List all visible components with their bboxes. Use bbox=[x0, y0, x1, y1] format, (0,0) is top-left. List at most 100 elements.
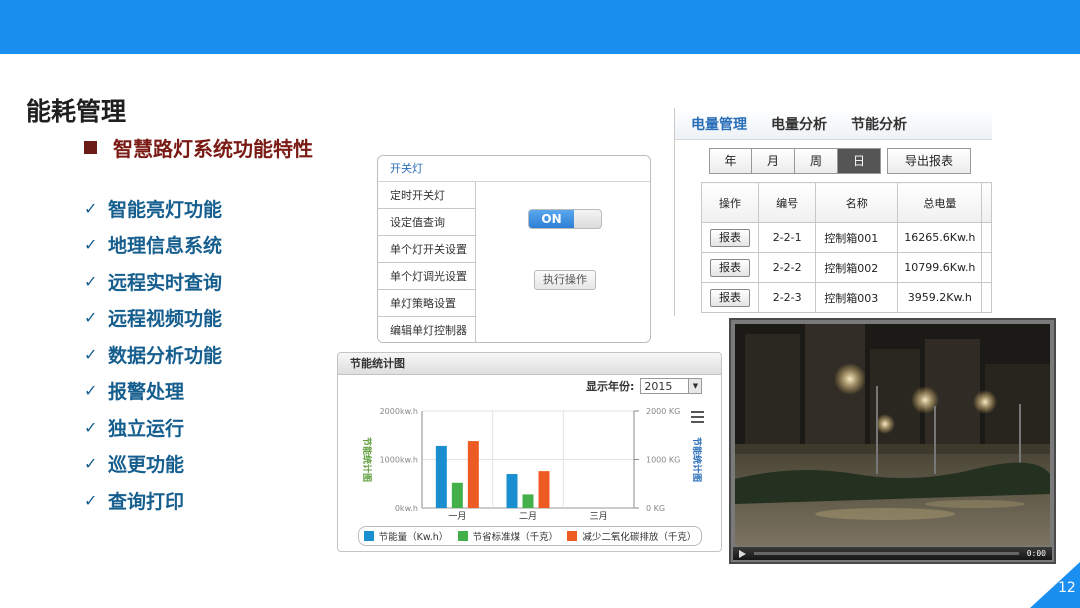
row-name: 控制箱001 bbox=[815, 222, 899, 253]
report-button[interactable]: 报表 bbox=[710, 228, 751, 247]
chart-panel-header: 节能统计图 bbox=[338, 353, 721, 375]
checkmark-icon: ✓ bbox=[84, 308, 98, 328]
list-item: ✓ 智能亮灯功能 bbox=[84, 198, 223, 221]
period-year-button[interactable]: 年 bbox=[709, 148, 752, 174]
bar bbox=[435, 445, 447, 508]
list-item: ✓ 数据分析功能 bbox=[84, 344, 223, 367]
table-row: 报表 2-2-2 控制箱002 10799.6Kw.h bbox=[700, 252, 992, 283]
legend-swatch bbox=[363, 531, 374, 541]
energy-chart-panel: 节能统计图 显示年份: 2015 ▼ 0kw.h 1000kw.h 2000kw.h… bbox=[337, 352, 722, 552]
list-item: ✓ 远程视频功能 bbox=[84, 308, 223, 331]
switch-panel-header: 开关灯 bbox=[378, 156, 650, 182]
checkmark-icon: ✓ bbox=[84, 490, 98, 510]
report-button[interactable]: 报表 bbox=[710, 258, 751, 277]
y2-axis-title: 节能统计图 bbox=[691, 437, 703, 482]
checkmark-icon: ✓ bbox=[84, 344, 98, 364]
power-management-panel: 电量管理 电量分析 节能分析 年 月 周 日 导出报表 操作 编号 名称 总电量… bbox=[674, 108, 992, 316]
row-name: 控制箱003 bbox=[815, 282, 899, 313]
feature-list: ✓ 智能亮灯功能 ✓ 地理信息系统 ✓ 远程实时查询 ✓ 远程视频功能 ✓ 数据分析功能 … bbox=[84, 190, 222, 519]
bar bbox=[451, 482, 463, 508]
switch-control-panel: 开关灯 定时开关灯 设定值查询 单个灯开关设置 单个灯调光设置 单灯策略设置 编… bbox=[377, 155, 651, 343]
report-button[interactable]: 报表 bbox=[710, 288, 751, 307]
on-off-toggle[interactable]: ON bbox=[528, 209, 602, 229]
legend-item[interactable]: 节省标准煤（千克） bbox=[457, 529, 558, 543]
table-header-row: 操作 编号 名称 总电量 bbox=[700, 182, 992, 223]
menu-item-timed-switch[interactable]: 定时开关灯 bbox=[378, 182, 476, 209]
menu-item-setpoint-query[interactable]: 设定值查询 bbox=[378, 209, 476, 236]
chart-legend: 节能量（Kw.h） 节省标准煤（千克） 减少二氧化碳排放（千克） bbox=[358, 526, 702, 546]
legend-swatch bbox=[567, 531, 578, 541]
menu-item-single-switch[interactable]: 单个灯开关设置 bbox=[378, 236, 476, 263]
video-time: 0:00 bbox=[1026, 549, 1046, 558]
column-header: 总电量 bbox=[897, 182, 983, 223]
y-tick-label: 0kw.h bbox=[395, 504, 418, 513]
x-tick-label: 二月 bbox=[519, 511, 537, 522]
bar bbox=[522, 494, 534, 508]
menu-item-single-strategy[interactable]: 单灯策略设置 bbox=[378, 290, 476, 317]
period-month-button[interactable]: 月 bbox=[752, 148, 795, 174]
x-tick-label: 三月 bbox=[590, 511, 608, 522]
video-progress-track[interactable] bbox=[754, 552, 1019, 555]
tab-power-management[interactable]: 电量管理 bbox=[691, 114, 747, 134]
play-icon[interactable] bbox=[739, 549, 746, 558]
checkmark-icon: ✓ bbox=[84, 235, 98, 255]
bar bbox=[506, 474, 518, 508]
checkmark-icon: ✓ bbox=[84, 198, 98, 218]
y-axis-title: 节能统计图 bbox=[361, 437, 373, 482]
row-total: 3959.2Kw.h bbox=[897, 282, 983, 313]
execute-button[interactable]: 执行操作 bbox=[534, 270, 596, 290]
row-id: 2-2-2 bbox=[758, 252, 817, 283]
column-header: 操作 bbox=[700, 182, 760, 223]
legend-swatch bbox=[457, 531, 468, 541]
row-id: 2-2-3 bbox=[758, 282, 817, 313]
y2-tick-label: 2000 KG bbox=[646, 407, 680, 416]
row-total: 16265.6Kw.h bbox=[897, 222, 983, 253]
table-row: 报表 2-2-1 控制箱001 16265.6Kw.h bbox=[700, 222, 992, 253]
column-header: 名称 bbox=[815, 182, 899, 223]
list-item: ✓ 巡更功能 bbox=[84, 454, 185, 477]
y-tick-label: 1000kw.h bbox=[380, 456, 418, 465]
page-title: 能耗管理 bbox=[26, 97, 127, 126]
toggle-on-label: ON bbox=[529, 210, 574, 228]
row-name: 控制箱002 bbox=[815, 252, 899, 283]
tab-power-analysis[interactable]: 电量分析 bbox=[771, 114, 827, 134]
row-id: 2-2-1 bbox=[758, 222, 817, 253]
legend-item[interactable]: 减少二氧化碳排放（千克） bbox=[567, 529, 696, 543]
list-item: ✓ 独立运行 bbox=[84, 417, 185, 440]
list-item: ✓ 地理信息系统 bbox=[84, 235, 223, 258]
y-tick-label: 2000kw.h bbox=[380, 407, 418, 416]
period-week-button[interactable]: 周 bbox=[795, 148, 838, 174]
bar bbox=[467, 441, 479, 508]
power-tabs: 电量管理 电量分析 节能分析 bbox=[675, 108, 992, 140]
list-item: ✓ 报警处理 bbox=[84, 381, 185, 404]
switch-menu: 定时开关灯 设定值查询 单个灯开关设置 单个灯调光设置 单灯策略设置 编辑单灯控… bbox=[378, 182, 476, 342]
video-controls: 0:00 bbox=[733, 547, 1052, 560]
checkmark-icon: ✓ bbox=[84, 271, 98, 291]
checkmark-icon: ✓ bbox=[84, 381, 98, 401]
list-item: ✓ 查询打印 bbox=[84, 490, 185, 513]
section-subtitle: 智慧路灯系统功能特性 bbox=[84, 133, 313, 162]
column-header: 编号 bbox=[758, 182, 817, 223]
legend-item[interactable]: 节能量（Kw.h） bbox=[363, 529, 448, 543]
bar bbox=[538, 471, 550, 508]
power-table: 操作 编号 名称 总电量 报表 2-2-1 控制箱001 16265.6Kw.h… bbox=[700, 182, 992, 313]
x-tick-label: 一月 bbox=[448, 511, 466, 522]
table-row: 报表 2-2-3 控制箱003 3959.2Kw.h bbox=[700, 282, 992, 313]
row-total: 10799.6Kw.h bbox=[897, 252, 983, 283]
period-day-button[interactable]: 日 bbox=[838, 148, 881, 174]
menu-item-single-dimming[interactable]: 单个灯调光设置 bbox=[378, 263, 476, 290]
tab-energy-analysis[interactable]: 节能分析 bbox=[851, 114, 907, 134]
export-report-button[interactable]: 导出报表 bbox=[887, 148, 971, 174]
checkmark-icon: ✓ bbox=[84, 417, 98, 437]
period-selector: 年 月 周 日 bbox=[709, 148, 881, 174]
y2-tick-label: 1000 KG bbox=[646, 456, 680, 465]
menu-item-edit-controller[interactable]: 编辑单灯控制器 bbox=[378, 317, 476, 342]
square-bullet-icon bbox=[84, 141, 97, 154]
subtitle-text: 智慧路灯系统功能特性 bbox=[113, 137, 313, 161]
top-banner bbox=[0, 0, 1080, 54]
column-header-overflow bbox=[981, 182, 992, 223]
y2-tick-label: 0 KG bbox=[646, 504, 665, 513]
street-night-video-frame[interactable] bbox=[735, 324, 1050, 546]
list-item: ✓ 远程实时查询 bbox=[84, 271, 223, 294]
checkmark-icon: ✓ bbox=[84, 454, 98, 474]
